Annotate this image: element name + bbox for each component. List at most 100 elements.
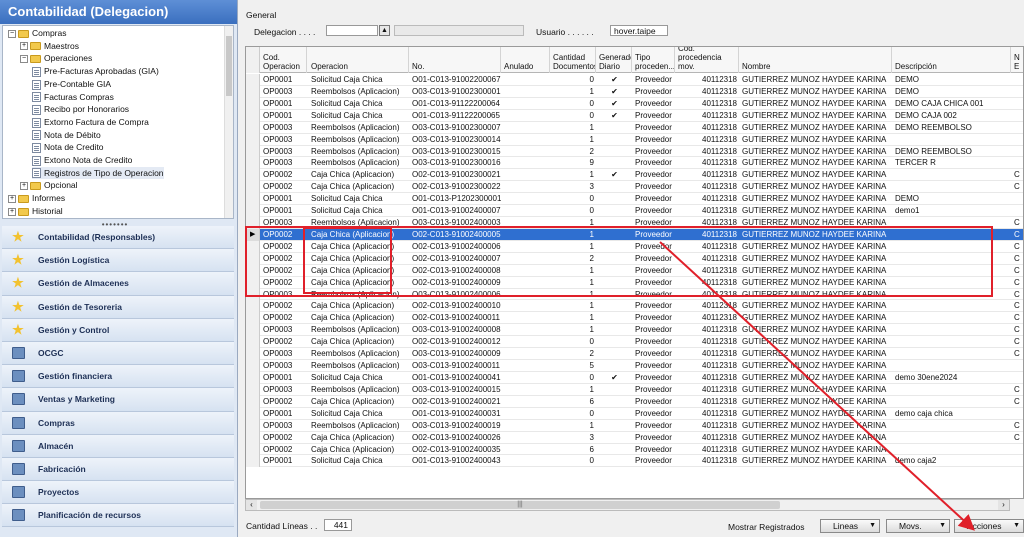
cell-codp[interactable]: 40112318 <box>676 169 739 181</box>
tree-item-pre-contable-gia[interactable]: Pre-Contable GIA <box>32 78 111 91</box>
cell-cant[interactable]: 3 <box>551 432 596 444</box>
cell-gen[interactable]: ✔ <box>597 110 632 122</box>
cell-cant[interactable]: 0 <box>551 193 596 205</box>
module-ocgc[interactable]: OCGC <box>2 341 234 366</box>
cell-cod[interactable]: OP0002 <box>261 432 307 444</box>
cell-cod[interactable]: OP0002 <box>261 396 307 408</box>
table-row[interactable]: OP0003 Reembolsos (Aplicacion) O03-C013-91… <box>246 324 1023 337</box>
row-selector[interactable] <box>246 193 260 206</box>
cell-ne[interactable] <box>1012 110 1023 122</box>
cell-no[interactable]: O03-C013-91002400009 <box>410 348 501 360</box>
cell-cod[interactable]: OP0002 <box>261 444 307 456</box>
column-header-ne[interactable]: N E <box>1012 47 1023 73</box>
cell-op[interactable]: Caja Chica (Aplicacion) <box>309 253 409 265</box>
table-row[interactable]: OP0001 Solicitud Caja Chica O01-C013-91002… <box>246 205 1023 218</box>
cell-codp[interactable]: 40112318 <box>676 134 739 146</box>
cell-cod[interactable]: OP0003 <box>261 134 307 146</box>
cell-op[interactable]: Caja Chica (Aplicacion) <box>309 396 409 408</box>
row-selector[interactable] <box>246 455 260 468</box>
tree-item-extorno-factura-de-compra[interactable]: Extorno Factura de Compra <box>32 116 149 129</box>
cell-desc[interactable] <box>893 324 1011 336</box>
cell-tipo[interactable]: Proveedor <box>633 277 675 289</box>
cell-anul[interactable] <box>502 205 550 217</box>
cell-codp[interactable]: 40112318 <box>676 360 739 372</box>
tree-item-historial[interactable]: + Historial <box>8 205 63 218</box>
cell-op[interactable]: Caja Chica (Aplicacion) <box>309 229 409 241</box>
cell-cod[interactable]: OP0003 <box>261 86 307 98</box>
cell-cant[interactable]: 1 <box>551 229 596 241</box>
cell-op[interactable]: Caja Chica (Aplicacion) <box>309 336 409 348</box>
table-row[interactable]: OP0003 Reembolsos (Aplicacion) O03-C013-91… <box>246 145 1023 158</box>
usuario-field[interactable]: hover.taipe <box>610 25 668 36</box>
tree-item-informes[interactable]: + Informes <box>8 192 65 205</box>
cell-codp[interactable]: 40112318 <box>676 336 739 348</box>
cell-nombre[interactable]: GUTIERREZ MUNOZ HAYDEE KARINA <box>740 312 892 324</box>
cell-gen[interactable] <box>597 277 632 289</box>
cell-anul[interactable] <box>502 300 550 312</box>
cell-cant[interactable]: 1 <box>551 420 596 432</box>
row-selector[interactable] <box>246 372 260 384</box>
cell-gen[interactable]: ✔ <box>597 98 632 110</box>
cell-tipo[interactable]: Proveedor <box>633 229 675 241</box>
cell-gen[interactable] <box>597 253 632 265</box>
cell-tipo[interactable]: Proveedor <box>633 324 675 336</box>
cell-cod[interactable]: OP0003 <box>261 217 307 229</box>
cell-nombre[interactable]: GUTIERREZ MUNOZ HAYDEE KARINA <box>740 455 892 467</box>
column-header-cod[interactable]: Cod. Operacion <box>261 47 307 73</box>
cell-cant[interactable]: 2 <box>551 146 596 158</box>
cell-cant[interactable]: 0 <box>551 110 596 122</box>
cell-anul[interactable] <box>502 193 550 205</box>
cell-codp[interactable]: 40112318 <box>676 300 739 312</box>
cell-ne[interactable] <box>1012 408 1023 420</box>
module-gesti-n-de-almacenes[interactable]: ★ Gestión de Almacenes <box>2 272 234 296</box>
cell-ne[interactable]: C <box>1012 324 1023 336</box>
cell-cant[interactable]: 1 <box>551 384 596 396</box>
cell-tipo[interactable]: Proveedor <box>633 360 675 372</box>
cell-tipo[interactable]: Proveedor <box>633 289 675 301</box>
tree-item-facturas-compras[interactable]: Facturas Compras <box>32 91 114 104</box>
cell-tipo[interactable]: Proveedor <box>633 432 675 444</box>
cell-no[interactable]: O01-C013-91122200064 <box>410 98 501 110</box>
cell-gen[interactable] <box>597 217 632 229</box>
cell-codp[interactable]: 40112318 <box>676 277 739 289</box>
cell-cant[interactable]: 1 <box>551 289 596 301</box>
cell-op[interactable]: Caja Chica (Aplicacion) <box>309 432 409 444</box>
table-row-selected[interactable]: OP0002Caja Chica (Aplicacion)O02-C013-91… <box>246 228 1023 241</box>
row-selector[interactable] <box>246 312 260 325</box>
cell-codp[interactable]: 40112318 <box>676 217 739 229</box>
module-planificaci-n-de-recursos[interactable]: Planificación de recursos <box>2 504 234 528</box>
cell-nombre[interactable]: GUTIERREZ MUNOZ HAYDEE KARINA <box>740 396 892 408</box>
cell-desc[interactable] <box>893 348 1011 360</box>
cell-desc[interactable] <box>893 253 1011 265</box>
cell-nombre[interactable]: GUTIERREZ MUNOZ HAYDEE KARINA <box>740 157 892 169</box>
cell-desc[interactable] <box>893 229 1011 241</box>
cell-no[interactable]: O01-C013-91002400007 <box>410 205 501 217</box>
cell-desc[interactable]: DEMO CAJA CHICA 001 <box>893 98 1011 110</box>
cell-cod[interactable]: OP0001 <box>261 455 307 467</box>
cell-cod[interactable]: OP0002 <box>261 241 307 253</box>
row-selector[interactable] <box>246 383 260 396</box>
row-selector[interactable] <box>246 121 260 134</box>
cell-tipo[interactable]: Proveedor <box>633 134 675 146</box>
cell-op[interactable]: Caja Chica (Aplicacion) <box>309 277 409 289</box>
cell-nombre[interactable]: GUTIERREZ MUNOZ HAYDEE KARINA <box>740 372 892 384</box>
cell-anul[interactable] <box>502 110 550 122</box>
cell-tipo[interactable]: Proveedor <box>633 336 675 348</box>
cell-ne[interactable]: C <box>1012 312 1023 324</box>
cell-nombre[interactable]: GUTIERREZ MUNOZ HAYDEE KARINA <box>740 241 892 253</box>
row-selector[interactable] <box>246 336 260 349</box>
cell-cant[interactable]: 5 <box>551 360 596 372</box>
cell-nombre[interactable]: GUTIERREZ MUNOZ HAYDEE KARINA <box>740 348 892 360</box>
cell-codp[interactable]: 40112318 <box>676 420 739 432</box>
cell-op[interactable]: Reembolsos (Aplicacion) <box>309 289 409 301</box>
cell-codp[interactable]: 40112318 <box>676 146 739 158</box>
cell-cod[interactable]: OP0001 <box>261 408 307 420</box>
cell-op[interactable]: Caja Chica (Aplicacion) <box>309 312 409 324</box>
cell-ne[interactable]: C <box>1012 253 1023 265</box>
table-row[interactable]: OP0003 Reembolsos (Aplicacion) O03-C013-91… <box>246 360 1023 372</box>
cell-codp[interactable]: 40112318 <box>676 455 739 467</box>
tree-item-maestros[interactable]: + Maestros <box>20 40 79 53</box>
cell-cant[interactable]: 9 <box>551 157 596 169</box>
cell-tipo[interactable]: Proveedor <box>633 205 675 217</box>
cell-desc[interactable]: DEMO <box>893 86 1011 98</box>
